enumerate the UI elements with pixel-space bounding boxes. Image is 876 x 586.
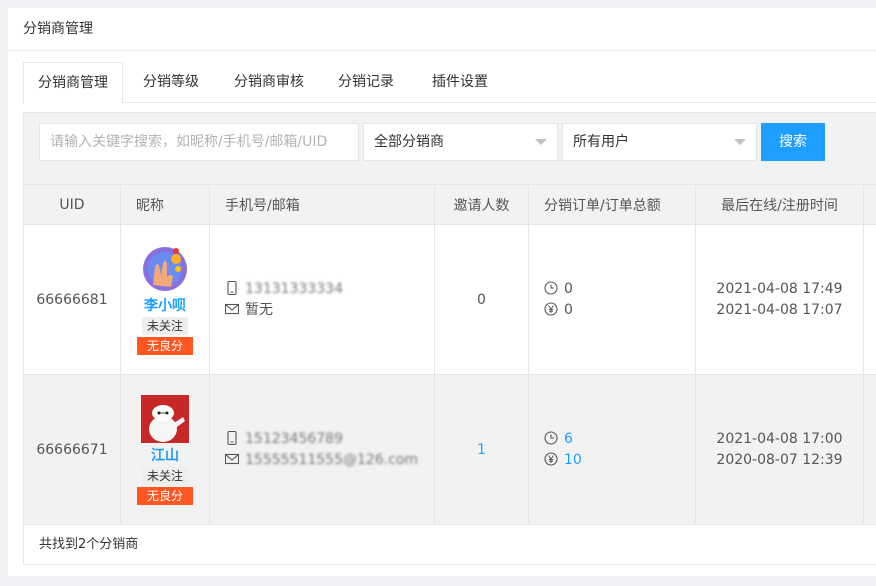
cell-contact: 15123456789 15555511555@126.com <box>209 374 435 525</box>
table-row[interactable]: 66666671 江山 未关注 无良分 15123456789 15555511… <box>23 374 876 525</box>
mobile-phone-icon <box>227 430 237 445</box>
order-count-line: 0 <box>544 279 695 300</box>
cell-invites: 0 <box>434 224 529 375</box>
distributor-select[interactable]: 全部分销商 <box>363 123 558 161</box>
email-line: 暂无 <box>225 300 434 321</box>
filter-bar: 全部分销商 所有用户 搜索 <box>23 112 876 184</box>
cell-orders: 0 0 <box>528 224 696 375</box>
registered-time: 2020-08-07 12:39 <box>716 451 843 468</box>
caret-down-icon <box>734 139 746 145</box>
order-count-line: 6 <box>544 429 695 450</box>
user-select[interactable]: 所有用户 <box>562 123 757 161</box>
credit-status-badge: 无良分 <box>136 486 193 505</box>
order-total-line: 0 <box>544 300 695 321</box>
caret-down-icon <box>535 139 547 145</box>
column-header-extra <box>863 184 876 225</box>
credit-status-badge: 无良分 <box>136 336 193 355</box>
user-select-value: 所有用户 <box>573 134 629 150</box>
envelope-icon <box>225 453 239 464</box>
tab-distributor-management[interactable]: 分销商管理 <box>23 62 123 104</box>
order-total-line: 10 <box>544 450 695 471</box>
order-count: 0 <box>564 280 573 297</box>
last-online-time: 2021-04-08 17:00 <box>716 430 843 447</box>
registered-time: 2021-04-08 17:07 <box>716 301 843 318</box>
cell-times: 2021-04-08 17:49 2021-04-08 17:07 <box>695 224 864 375</box>
distributor-panel: 分销商管理 分销商管理 分销等级 分销商审核 分销记录 插件设置 全部分销商 所… <box>8 8 876 576</box>
cell-contact: 13131333334 暂无 <box>209 224 435 375</box>
cell-nickname: 江山 未关注 无良分 <box>120 374 210 525</box>
cell-invites[interactable]: 1 <box>434 374 529 525</box>
tab-bar: 分销商管理 分销等级 分销商审核 分销记录 插件设置 <box>23 62 876 104</box>
user-avatar-icon[interactable] <box>141 394 189 443</box>
envelope-icon <box>225 303 239 314</box>
cell-uid: 66666681 <box>23 224 121 375</box>
email-address: 暂无 <box>245 301 273 318</box>
panel-title: 分销商管理 <box>8 8 876 51</box>
clock-icon <box>544 280 558 295</box>
column-header-nickname[interactable]: 昵称 <box>120 184 210 225</box>
distributor-select-value: 全部分销商 <box>374 134 444 150</box>
phone-number: 13131333334 <box>245 280 343 297</box>
table-header-row: UID 昵称 手机号/邮箱 邀请人数 分销订单/订单总额 最后在线/注册时间 <box>23 184 876 225</box>
follow-status-badge: 未关注 <box>141 466 188 485</box>
cell-orders: 6 10 <box>528 374 696 525</box>
follow-status-badge: 未关注 <box>141 316 188 335</box>
email-line: 15555511555@126.com <box>225 450 434 471</box>
phone-line: 15123456789 <box>225 429 434 450</box>
phone-number: 15123456789 <box>245 430 343 447</box>
column-header-invites[interactable]: 邀请人数 <box>434 184 529 225</box>
nickname-link[interactable]: 江山 <box>121 447 209 465</box>
table-row[interactable]: 66666681 李小呗 未关注 无良分 13131333334 暂无 0 0 … <box>23 224 876 375</box>
cell-extra <box>863 224 876 375</box>
tab-plugin-settings[interactable]: 插件设置 <box>417 62 503 103</box>
tab-distributor-levels[interactable]: 分销等级 <box>128 62 214 103</box>
column-header-uid[interactable]: UID <box>23 184 121 225</box>
cell-times: 2021-04-08 17:00 2020-08-07 12:39 <box>695 374 864 525</box>
distributor-table: UID 昵称 手机号/邮箱 邀请人数 分销订单/订单总额 最后在线/注册时间 6… <box>23 184 876 525</box>
nickname-link[interactable]: 李小呗 <box>121 297 209 315</box>
user-avatar-icon[interactable] <box>141 245 189 293</box>
last-online-time: 2021-04-08 17:49 <box>716 280 843 297</box>
tab-distribution-records[interactable]: 分销记录 <box>323 62 409 103</box>
email-address: 15555511555@126.com <box>245 451 419 468</box>
order-total-link[interactable]: 10 <box>564 452 582 468</box>
tab-distributor-review[interactable]: 分销商审核 <box>219 62 319 103</box>
order-count-link[interactable]: 6 <box>564 431 573 447</box>
column-header-orders[interactable]: 分销订单/订单总额 <box>528 184 696 225</box>
mobile-phone-icon <box>227 280 237 295</box>
column-header-times[interactable]: 最后在线/注册时间 <box>695 184 864 225</box>
order-total: 0 <box>564 301 573 318</box>
search-button[interactable]: 搜索 <box>761 123 825 161</box>
column-header-phone-email[interactable]: 手机号/邮箱 <box>209 184 435 225</box>
content-area: 全部分销商 所有用户 搜索 UID 昵称 手机号/邮箱 邀请人数 分销订单/ <box>23 112 876 576</box>
clock-icon <box>544 430 558 445</box>
search-input[interactable] <box>39 123 359 161</box>
cell-nickname: 李小呗 未关注 无良分 <box>120 224 210 375</box>
phone-line: 13131333334 <box>225 279 434 300</box>
cell-uid: 66666671 <box>23 374 121 525</box>
result-summary: 共找到2个分销商 <box>23 525 876 565</box>
yen-icon <box>544 301 558 316</box>
cell-extra <box>863 374 876 525</box>
yen-icon <box>544 451 558 466</box>
